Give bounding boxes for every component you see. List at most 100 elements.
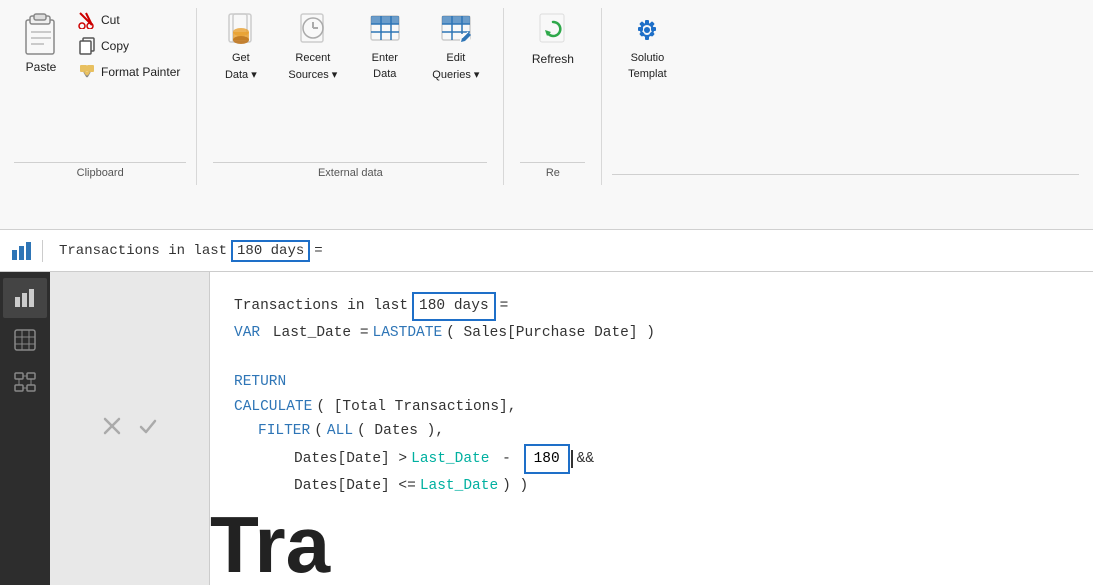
- formula-icons: [0, 240, 43, 262]
- recent-sources-button[interactable]: Recent Sources ▾: [280, 8, 345, 85]
- bar-chart-icon: [10, 240, 32, 262]
- get-data-label: Get: [232, 52, 250, 64]
- close-icon: [102, 416, 122, 436]
- enter-data-icon: [369, 12, 401, 48]
- get-data-icon: [225, 12, 257, 48]
- dax-filter-fn: FILTER: [258, 419, 310, 444]
- dax-return-keyword: RETURN: [234, 370, 286, 395]
- dax-line-4: RETURN: [234, 370, 1069, 395]
- refresh-label: Refresh: [532, 52, 574, 66]
- edit-queries-label: Edit: [446, 52, 465, 64]
- dax-last-date-1: Last_Date: [411, 447, 489, 472]
- solutions-items: Solutio Templat: [612, 8, 1079, 170]
- dax-all-args: ( Dates ),: [357, 419, 444, 444]
- cut-button[interactable]: Cut: [72, 8, 186, 32]
- solutions-group: Solutio Templat: [602, 8, 1089, 185]
- dax-line1-equals: =: [500, 294, 509, 319]
- dax-lastdate-args: ( Sales[Purchase Date] ): [446, 321, 655, 346]
- dax-close-parens: ) ): [502, 474, 528, 499]
- dax-line-6: FILTER ( ALL ( Dates ),: [234, 419, 1069, 444]
- solution-templates-label: Solutio: [631, 52, 665, 64]
- ribbon-toolbar: Paste Cut: [0, 0, 1093, 185]
- external-data-items: Get Data ▾ Recent Sources ▾: [213, 8, 487, 158]
- dax-all-fn: ALL: [327, 419, 353, 444]
- recent-sources-label: Recent: [295, 52, 330, 64]
- main-area: Transactions in last 180 days = VAR Last…: [0, 272, 1093, 585]
- dax-line-1: Transactions in last 180 days =: [234, 292, 1069, 321]
- paste-icon: [22, 12, 60, 56]
- dax-dates-date: Dates[Date] >: [294, 447, 407, 472]
- nav-item-report[interactable]: [3, 278, 47, 318]
- get-data-button[interactable]: Get Data ▾: [213, 8, 268, 85]
- dax-line1-highlight: 180 days: [412, 292, 496, 321]
- solutions-group-label: [612, 174, 1079, 185]
- clipboard-label: Clipboard: [14, 162, 186, 185]
- cut-icon: [78, 11, 96, 29]
- external-data-label: External data: [213, 162, 487, 185]
- dax-calculate-fn: CALCULATE: [234, 395, 312, 420]
- dax-minus: -: [493, 447, 519, 472]
- nav-item-model[interactable]: [3, 362, 47, 402]
- copy-label: Copy: [101, 39, 129, 53]
- dax-lastdate-fn: LASTDATE: [373, 321, 443, 346]
- content-left: [50, 272, 210, 585]
- refresh-icon: [537, 12, 569, 48]
- dax-line-5: CALCULATE ( [Total Transactions],: [234, 395, 1069, 420]
- formula-content: Transactions in last 180 days =: [43, 240, 1093, 262]
- refresh-group: Refresh Re: [504, 8, 602, 185]
- formula-bar: Transactions in last 180 days =: [0, 230, 1093, 272]
- paste-button[interactable]: Paste: [14, 8, 68, 78]
- small-buttons-col: Cut Copy: [72, 8, 186, 84]
- edit-queries-icon: [440, 12, 472, 48]
- confirm-formula-button[interactable]: [134, 412, 162, 445]
- model-icon: [14, 371, 36, 393]
- checkmark-icon: [138, 416, 158, 436]
- solution-templates-label2: Templat: [628, 68, 667, 80]
- formula-highlight: 180 days: [231, 240, 310, 262]
- dax-var-keyword: VAR: [234, 321, 260, 346]
- dax-180-value: 180: [524, 444, 570, 475]
- large-background-text: Tra: [210, 505, 330, 585]
- copy-button[interactable]: Copy: [72, 34, 186, 58]
- refresh-items: Refresh: [520, 8, 585, 158]
- sidebar-nav: [0, 272, 50, 585]
- data-icon: [14, 329, 36, 351]
- cut-label: Cut: [101, 13, 120, 27]
- dax-last-date-2: Last_Date: [420, 474, 498, 499]
- enter-data-label: Enter: [372, 52, 398, 64]
- ribbon: Paste Cut: [0, 0, 1093, 230]
- dax-calculate-args: ( [Total Transactions],: [316, 395, 516, 420]
- dax-line-7: Dates[Date] > Last_Date - 180 &&: [234, 444, 1069, 475]
- dax-line1-prefix: Transactions in last: [234, 294, 408, 319]
- dax-dates-date-2: Dates[Date] <=: [294, 474, 416, 499]
- formula-measure-prefix: Transactions in last: [59, 243, 227, 259]
- refresh-button[interactable]: Refresh: [520, 8, 585, 70]
- refresh-group-label: Re: [520, 162, 585, 185]
- edit-queries-button[interactable]: Edit Queries ▾: [424, 8, 487, 85]
- get-data-label2: Data ▾: [225, 68, 257, 81]
- nav-item-data[interactable]: [3, 320, 47, 360]
- cancel-formula-button[interactable]: [98, 412, 126, 445]
- external-data-group: Get Data ▾ Recent Sources ▾: [197, 8, 504, 185]
- edit-queries-label2: Queries ▾: [432, 68, 479, 81]
- dax-and-and: &&: [577, 447, 594, 472]
- solution-templates-button[interactable]: Solutio Templat: [612, 8, 682, 84]
- clipboard-group: Paste Cut: [4, 8, 197, 185]
- dax-filter-args: (: [314, 419, 323, 444]
- dax-line-2: VAR Last_Date = LASTDATE ( Sales[Purchas…: [234, 321, 1069, 346]
- dax-var-name: Last_Date =: [264, 321, 368, 346]
- enter-data-label2: Data: [373, 68, 396, 80]
- format-painter-label: Format Painter: [101, 65, 180, 79]
- report-icon: [14, 287, 36, 309]
- enter-data-button[interactable]: Enter Data: [357, 8, 412, 84]
- solution-templates-icon: [631, 12, 663, 48]
- dax-line-3: [234, 345, 1069, 370]
- dax-editor[interactable]: Transactions in last 180 days = VAR Last…: [210, 272, 1093, 585]
- format-painter-icon: [78, 63, 96, 81]
- recent-sources-icon: [297, 12, 329, 48]
- formula-equals: =: [314, 243, 322, 259]
- format-painter-button[interactable]: Format Painter: [72, 60, 186, 84]
- copy-icon: [78, 37, 96, 55]
- formula-buttons: [98, 412, 162, 445]
- paste-label: Paste: [26, 60, 57, 74]
